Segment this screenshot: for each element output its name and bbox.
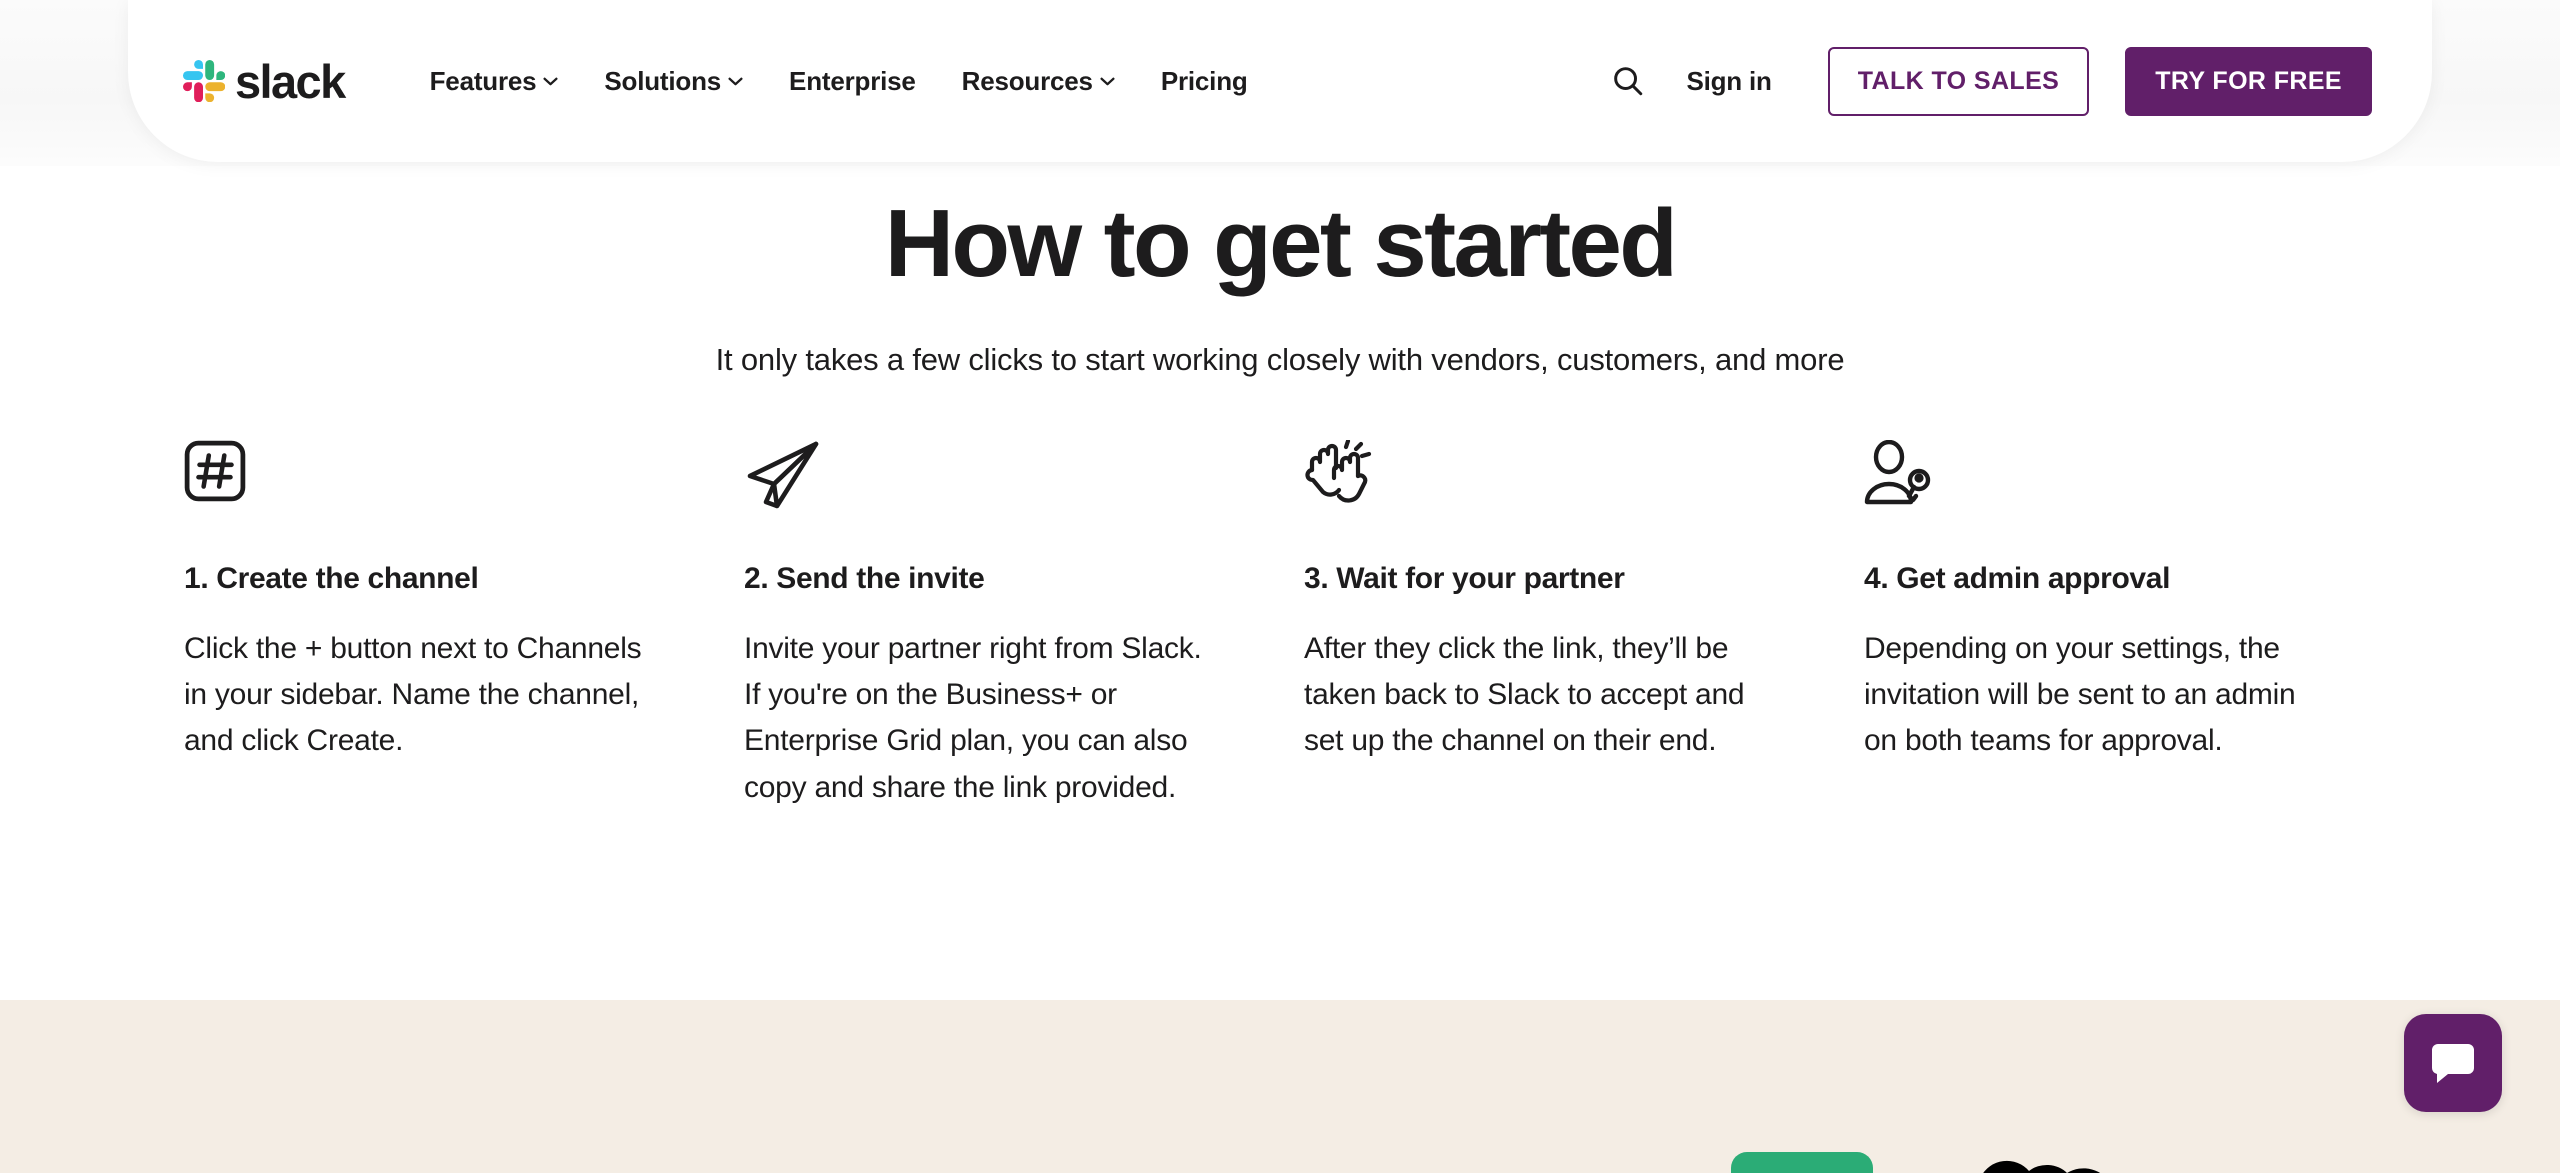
step-title: 1. Create the channel — [184, 562, 479, 595]
step-body: Invite your partner right from Slack. If… — [744, 632, 1202, 804]
header-actions: Sign in TALK TO SALES TRY FOR FREE — [1600, 46, 2372, 116]
search-button[interactable] — [1600, 53, 1656, 109]
nav-item-resources[interactable]: Resources — [939, 56, 1138, 107]
hero-subtitle: It only takes a few clicks to start work… — [715, 341, 1845, 377]
slack-logo-mark — [183, 60, 225, 102]
nav-item-enterprise[interactable]: Enterprise — [766, 56, 939, 107]
hash-channel-icon — [184, 440, 246, 502]
slack-logo-wordmark: slack — [235, 54, 346, 108]
chevron-down-icon — [543, 77, 558, 85]
green-rounded-shape — [1731, 1152, 1873, 1173]
step-icon-wrap — [1864, 440, 2334, 540]
nav-item-pricing[interactable]: Pricing — [1138, 56, 1271, 107]
step-body: After they click the link, they’ll be ta… — [1304, 632, 1745, 758]
step-body: Depending on your settings, the invitati… — [1864, 632, 2296, 758]
step-card-4: 4. Get admin approval Depending on your … — [1864, 440, 2424, 811]
nav-label: Solutions — [604, 65, 722, 96]
nav-label: Features — [429, 65, 537, 96]
step-body: Click the + button next to Channels in y… — [184, 632, 642, 758]
hero-section: How to get started It only takes a few c… — [0, 166, 2560, 378]
step-title: 2. Send the invite — [744, 562, 985, 595]
try-for-free-button[interactable]: TRY FOR FREE — [2125, 46, 2372, 116]
step-card-2: 2. Send the invite Invite your partner r… — [744, 440, 1304, 811]
nav-label: Resources — [961, 65, 1093, 96]
nav-item-features[interactable]: Features — [407, 56, 582, 107]
step-card-1: 1. Create the channel Click the + button… — [184, 440, 744, 811]
steps-grid: 1. Create the channel Click the + button… — [184, 440, 2384, 811]
page-root: slack Features Solutions Enterprise Reso… — [0, 0, 2560, 1173]
chevron-down-icon — [728, 77, 743, 85]
paper-plane-icon — [747, 441, 819, 509]
nav-item-solutions[interactable]: Solutions — [581, 56, 766, 107]
site-header: slack Features Solutions Enterprise Reso… — [128, 0, 2432, 162]
bottom-illustration-section — [0, 1000, 2560, 1173]
chat-widget-button[interactable] — [2404, 1014, 2502, 1112]
slack-logo[interactable]: slack — [183, 54, 346, 108]
step-title: 4. Get admin approval — [1864, 562, 2171, 595]
nav-label: Pricing — [1160, 65, 1248, 96]
sign-in-link[interactable]: Sign in — [1670, 56, 1787, 107]
step-icon-wrap — [1304, 440, 1774, 540]
chevron-down-icon — [1100, 77, 1115, 85]
black-cloud-shape — [1983, 1160, 2101, 1173]
step-title: 3. Wait for your partner — [1304, 562, 1625, 595]
nav-label: Enterprise — [789, 65, 916, 96]
user-key-icon — [1864, 440, 1931, 505]
search-icon — [1614, 67, 1643, 96]
high-five-hands-icon — [1305, 440, 1372, 503]
step-icon-wrap — [744, 440, 1214, 540]
main-navigation: Features Solutions Enterprise Resources … — [407, 56, 1271, 107]
page-title: How to get started — [884, 190, 1678, 297]
talk-to-sales-button[interactable]: TALK TO SALES — [1827, 46, 2090, 116]
step-icon-wrap — [184, 440, 654, 540]
chat-bubble-icon — [2431, 1044, 2474, 1083]
step-card-3: 3. Wait for your partner After they clic… — [1304, 440, 1864, 811]
